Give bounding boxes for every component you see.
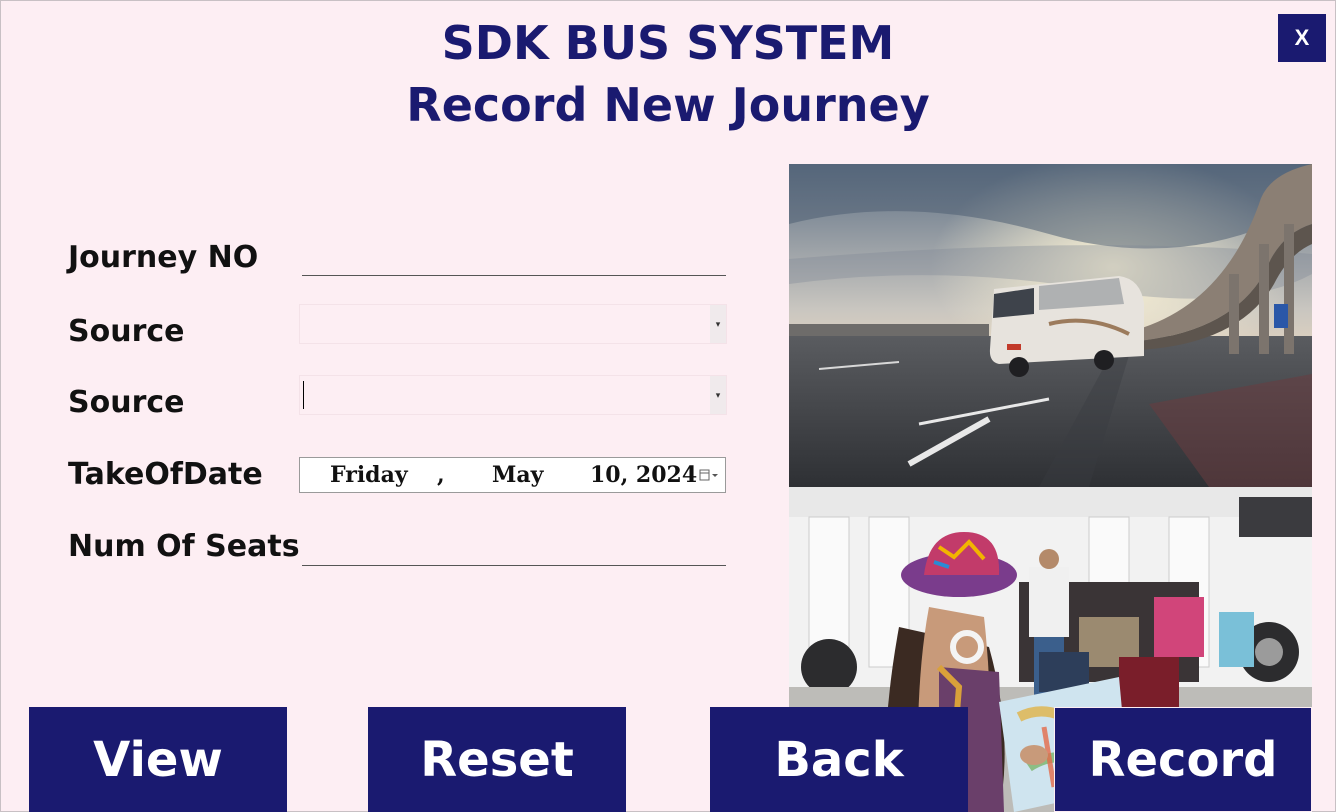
takeoff-date-picker[interactable]: Friday , May 10, 2024 (299, 457, 726, 493)
back-button[interactable]: Back (710, 707, 968, 812)
destination-label: Source (68, 385, 185, 420)
chevron-down-icon[interactable]: ▾ (710, 305, 726, 343)
seats-label: Num Of Seats (68, 529, 300, 564)
calendar-dropdown-icon[interactable] (699, 468, 719, 482)
app-title: SDK BUS SYSTEM (441, 16, 895, 70)
takeoff-date-label: TakeOfDate (68, 457, 263, 492)
date-month: May (492, 462, 544, 488)
page-title: Record New Journey (406, 78, 930, 132)
date-separator: , (437, 462, 445, 488)
chevron-down-icon[interactable]: ▾ (710, 376, 726, 414)
source-label: Source (68, 314, 185, 349)
date-daynum-year: 10, 2024 (590, 462, 698, 488)
record-button[interactable]: Record (1054, 707, 1312, 812)
reset-button[interactable]: Reset (368, 707, 626, 812)
text-caret (303, 381, 304, 409)
date-day: Friday (330, 462, 408, 488)
journey-no-label: Journey NO (68, 240, 259, 275)
view-button[interactable]: View (29, 707, 287, 812)
bus-highway-image (789, 164, 1312, 487)
seats-input[interactable] (302, 533, 726, 566)
close-button[interactable]: X (1278, 14, 1326, 62)
journey-no-input[interactable] (302, 243, 726, 276)
destination-combobox[interactable]: ▾ (299, 375, 727, 415)
source-combobox[interactable]: ▾ (299, 304, 727, 344)
